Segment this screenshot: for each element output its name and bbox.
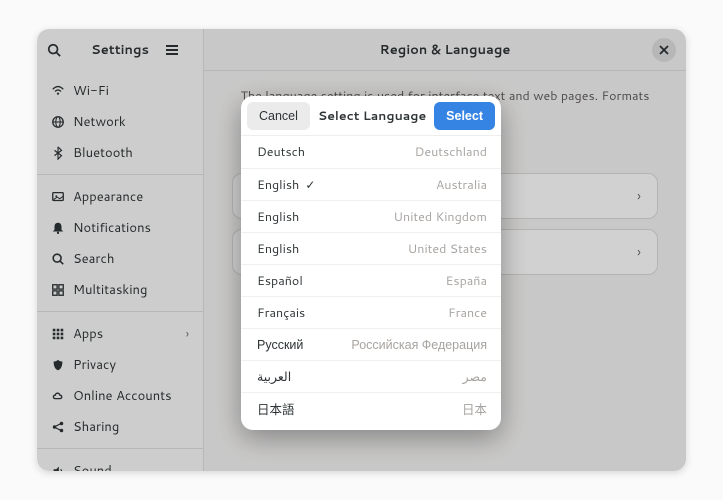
language-option[interactable]: РусскийРоссийская Федерация xyxy=(241,328,501,360)
cancel-button[interactable]: Cancel xyxy=(247,102,310,130)
language-region: 日本 xyxy=(295,399,487,419)
select-button[interactable]: Select xyxy=(434,102,495,130)
language-region: United Kingdom xyxy=(299,208,487,226)
language-name: Français xyxy=(257,304,305,322)
language-region: Australia xyxy=(315,176,487,194)
select-language-dialog: Cancel Select Language Select DeutschDeu… xyxy=(241,96,501,430)
language-option[interactable]: FrançaisFrance xyxy=(241,296,501,328)
language-region: Российская Федерация xyxy=(303,336,487,354)
language-region: France xyxy=(305,304,487,322)
language-option[interactable]: EnglishUnited Kingdom xyxy=(241,200,501,232)
language-name: Deutsch xyxy=(257,143,305,161)
language-region: United States xyxy=(299,240,487,258)
language-region: Deutschland xyxy=(305,143,487,161)
dialog-title: Select Language xyxy=(316,107,428,125)
language-name: English xyxy=(257,240,299,258)
language-option[interactable]: DeutschDeutschland xyxy=(241,136,501,168)
language-name: العربية xyxy=(257,368,291,386)
language-option[interactable]: 日本語日本 xyxy=(241,392,501,424)
language-name: English xyxy=(257,176,299,194)
language-option[interactable]: EspañolEspaña xyxy=(241,264,501,296)
check-icon: ✓ xyxy=(305,176,315,193)
language-name: English xyxy=(257,208,299,226)
language-region: España xyxy=(303,272,487,290)
language-option[interactable]: EnglishUnited States xyxy=(241,232,501,264)
language-name: Español xyxy=(257,272,303,290)
dialog-header: Cancel Select Language Select xyxy=(241,96,501,136)
language-name: Русский xyxy=(257,336,303,354)
language-region: مصر xyxy=(291,368,487,386)
language-option[interactable]: English ✓Australia xyxy=(241,168,501,200)
language-option[interactable]: العربيةمصر xyxy=(241,360,501,392)
language-name: 日本語 xyxy=(257,399,295,419)
language-list[interactable]: DeutschDeutschlandEnglish✓AustraliaEngli… xyxy=(241,136,501,430)
